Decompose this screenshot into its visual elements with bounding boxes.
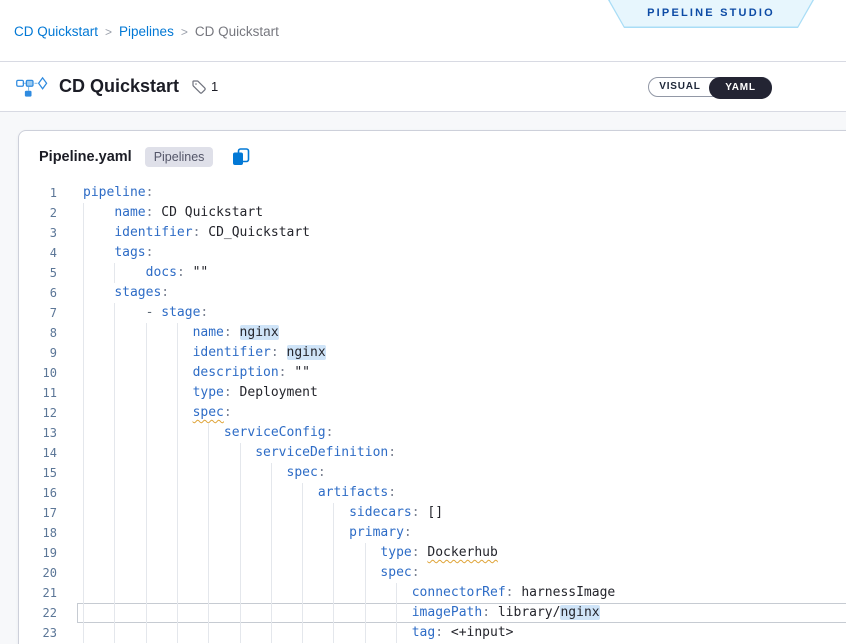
code-line[interactable]: name: CD Quickstart: [77, 203, 846, 223]
line-number: 1: [19, 183, 57, 203]
line-number: 4: [19, 243, 57, 263]
code-line[interactable]: imagePath: library/nginx: [77, 603, 846, 623]
line-number: 18: [19, 523, 57, 543]
line-number: 20: [19, 563, 57, 583]
code-line[interactable]: name: nginx: [77, 323, 846, 343]
breadcrumb-separator-icon: >: [105, 25, 112, 39]
line-number: 12: [19, 403, 57, 423]
code-line[interactable]: serviceDefinition:: [77, 443, 846, 463]
code-line[interactable]: connectorRef: harnessImage: [77, 583, 846, 603]
breadcrumb-link-project[interactable]: CD Quickstart: [14, 24, 98, 39]
breadcrumb: CD Quickstart > Pipelines > CD Quickstar…: [14, 24, 279, 39]
line-number: 22: [19, 603, 57, 623]
code-line[interactable]: type: Dockerhub: [77, 543, 846, 563]
code-line[interactable]: stages:: [77, 283, 846, 303]
line-number: 13: [19, 423, 57, 443]
code-line[interactable]: sidecars: []: [77, 503, 846, 523]
pipeline-icon: [16, 75, 50, 99]
tag-count: 1: [211, 79, 218, 94]
line-number-gutter: 1234567891011121314151617181920212223: [19, 183, 57, 643]
code-line[interactable]: identifier: CD_Quickstart: [77, 223, 846, 243]
code-line[interactable]: docs: "": [77, 263, 846, 283]
tag-icon: [191, 79, 207, 95]
code-line[interactable]: identifier: nginx: [77, 343, 846, 363]
breadcrumb-link-pipelines[interactable]: Pipelines: [119, 24, 174, 39]
entity-type-badge: Pipelines: [145, 147, 214, 167]
line-number: 15: [19, 463, 57, 483]
yaml-toggle-button[interactable]: YAML: [709, 77, 772, 99]
line-number: 5: [19, 263, 57, 283]
line-number: 11: [19, 383, 57, 403]
line-number: 10: [19, 363, 57, 383]
code-line[interactable]: serviceConfig:: [77, 423, 846, 443]
line-number: 9: [19, 343, 57, 363]
code-line[interactable]: pipeline:: [77, 183, 846, 203]
code-line[interactable]: primary:: [77, 523, 846, 543]
copy-icon[interactable]: [231, 147, 251, 167]
line-number: 14: [19, 443, 57, 463]
line-number: 17: [19, 503, 57, 523]
code-line[interactable]: spec:: [77, 563, 846, 583]
code-line[interactable]: tags:: [77, 243, 846, 263]
breadcrumb-current: CD Quickstart: [195, 24, 279, 39]
pipeline-studio-tab-label: PIPELINE STUDIO: [610, 0, 813, 27]
line-number: 6: [19, 283, 57, 303]
line-number: 3: [19, 223, 57, 243]
visual-toggle-button[interactable]: VISUAL: [649, 78, 711, 96]
pipeline-studio-page: CD Quickstart > Pipelines > CD Quickstar…: [0, 0, 846, 644]
yaml-file-name: Pipeline.yaml: [39, 149, 132, 165]
code-lines[interactable]: pipeline: name: CD Quickstart identifier…: [77, 183, 846, 643]
code-line[interactable]: - stage:: [77, 303, 846, 323]
page-title: CD Quickstart: [59, 76, 179, 97]
visual-yaml-toggle: VISUAL YAML: [648, 77, 772, 97]
breadcrumb-separator-icon: >: [181, 25, 188, 39]
code-line[interactable]: type: Deployment: [77, 383, 846, 403]
line-number: 2: [19, 203, 57, 223]
yaml-editor[interactable]: 1234567891011121314151617181920212223 pi…: [19, 183, 846, 643]
code-line[interactable]: spec:: [77, 403, 846, 423]
yaml-editor-card: Pipeline.yaml Pipelines 1234567891011121…: [18, 130, 846, 644]
line-number: 8: [19, 323, 57, 343]
code-line[interactable]: description: "": [77, 363, 846, 383]
code-line[interactable]: tag: <+input>: [77, 623, 846, 643]
pipeline-title-row: CD Quickstart 1 VISUAL YAML: [0, 62, 846, 112]
pipeline-studio-tab[interactable]: PIPELINE STUDIO: [608, 0, 814, 28]
tags-indicator: 1: [191, 79, 218, 95]
code-line[interactable]: spec:: [77, 463, 846, 483]
code-line[interactable]: artifacts:: [77, 483, 846, 503]
breadcrumb-bar: CD Quickstart > Pipelines > CD Quickstar…: [0, 0, 846, 62]
line-number: 7: [19, 303, 57, 323]
line-number: 19: [19, 543, 57, 563]
line-number: 23: [19, 623, 57, 643]
studio-content: Pipeline.yaml Pipelines 1234567891011121…: [0, 112, 846, 644]
line-number: 16: [19, 483, 57, 503]
line-number: 21: [19, 583, 57, 603]
yaml-editor-header: Pipeline.yaml Pipelines: [19, 131, 846, 183]
